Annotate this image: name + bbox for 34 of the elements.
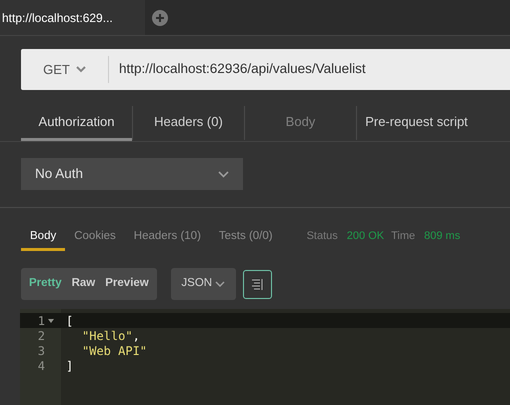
- method-dropdown[interactable]: GET: [21, 56, 109, 83]
- url-field[interactable]: http://localhost:62936/api/values/Valuelist: [109, 59, 510, 80]
- status-label: Status: [306, 229, 338, 244]
- format-dropdown[interactable]: JSON: [170, 268, 236, 300]
- code-line: "Web API": [81, 343, 148, 358]
- request-option-tab[interactable]: Headers (0): [133, 105, 244, 141]
- status-value: 200 OK: [346, 229, 384, 244]
- chevron-down-icon: [215, 281, 226, 287]
- code-line: ]: [65, 358, 74, 373]
- request-option-tab[interactable]: Pre-request script: [357, 105, 476, 141]
- request-tab[interactable]: http://localhost:629...: [0, 0, 145, 35]
- response-tab[interactable]: Cookies: [65, 225, 125, 251]
- request-option-tab[interactable]: Authorization: [21, 105, 132, 141]
- view-mode-button[interactable]: Preview: [105, 275, 149, 293]
- wrap-lines-button[interactable]: [242, 270, 272, 298]
- add-tab-icon[interactable]: [152, 10, 168, 26]
- view-mode-button[interactable]: Raw: [72, 275, 96, 293]
- time-value: 809 ms: [424, 229, 460, 244]
- chevron-down-icon: [218, 170, 229, 178]
- url-bar[interactable]: GET http://localhost:62936/api/values/Valuelist: [21, 49, 510, 90]
- code-line: "Hello",: [81, 328, 141, 343]
- response-tab[interactable]: Headers (10): [124, 225, 210, 251]
- auth-type-dropdown[interactable]: No Auth: [21, 158, 243, 190]
- time-label: Time: [391, 229, 416, 244]
- chevron-down-icon: [76, 66, 86, 73]
- line-number: 4: [38, 358, 45, 374]
- response-tab[interactable]: Body: [21, 225, 66, 251]
- view-mode-button[interactable]: Pretty: [29, 275, 62, 293]
- fold-caret-icon[interactable]: [48, 318, 54, 322]
- line-number: 3: [38, 342, 45, 360]
- response-tab[interactable]: Tests (0/0): [210, 225, 282, 251]
- line-number: 1: [38, 312, 45, 330]
- line-number: 2: [38, 328, 45, 344]
- wrap-lines-icon: [250, 278, 264, 290]
